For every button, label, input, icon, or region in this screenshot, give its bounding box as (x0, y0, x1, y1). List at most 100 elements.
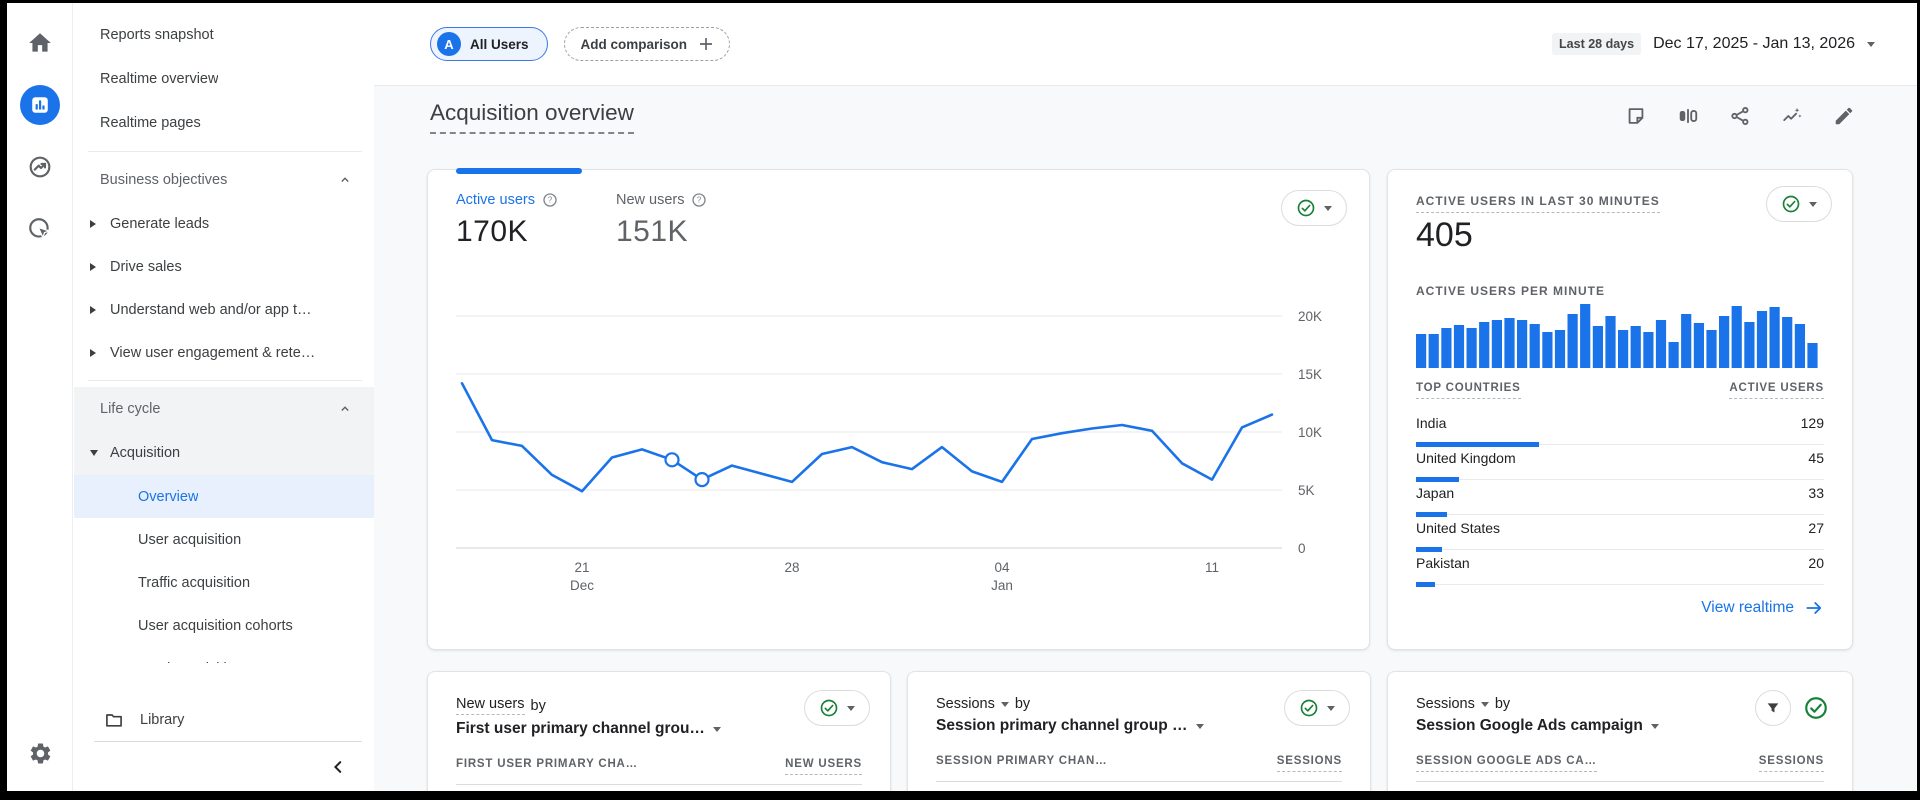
date-range-text: Dec 17, 2025 - Jan 13, 2026 (1653, 35, 1855, 52)
metric-column-header[interactable]: SESSIONS (1758, 755, 1824, 772)
svg-text:11: 11 (1205, 560, 1219, 575)
realtime-title[interactable]: ACTIVE USERS IN LAST 30 MINUTES (1416, 194, 1660, 213)
check-circle-icon (820, 699, 838, 717)
data-quality-dropdown[interactable] (1766, 186, 1832, 222)
sidebar-divider (88, 151, 362, 152)
metric-column-header[interactable]: SESSIONS (1276, 755, 1342, 772)
svg-text:04: 04 (994, 560, 1010, 575)
dimension-dropdown[interactable]: First user primary channel grou… (456, 720, 862, 738)
analytics-window: Reports snapshot Realtime overview Realt… (7, 3, 1917, 791)
sidebar-item-generate-leads[interactable]: Generate leads (74, 202, 374, 245)
sidebar-item-overview[interactable]: Overview (74, 475, 374, 518)
share-icon[interactable] (1729, 105, 1751, 127)
plus-icon (697, 35, 715, 53)
arrow-right-icon (1804, 598, 1824, 618)
explore-icon[interactable] (20, 147, 60, 187)
chevron-down-icon (1324, 205, 1332, 211)
svg-text:28: 28 (784, 560, 799, 575)
header-action-icons (1625, 105, 1855, 127)
insights-icon[interactable] (1781, 105, 1803, 127)
card-metric-line: Sessions by (936, 696, 1031, 712)
sidebar-item-user-acquisition[interactable]: User acquisition (74, 518, 374, 561)
metric-label[interactable]: Sessions (1416, 696, 1475, 712)
sidebar-scroll-area[interactable]: Reports snapshot Realtime overview Realt… (74, 3, 374, 663)
data-quality-dropdown[interactable] (1281, 190, 1347, 226)
metric-label[interactable]: Sessions (936, 696, 995, 712)
chevron-down-icon (1480, 701, 1489, 707)
active-users-header[interactable]: ACTIVE USERS (1729, 382, 1824, 399)
sidebar-section-life-cycle[interactable]: Life cycle (74, 387, 374, 431)
dimension-dropdown[interactable]: Session primary channel group … (936, 717, 1342, 735)
svg-text:0: 0 (1298, 541, 1306, 556)
filter-funnel-icon[interactable] (1755, 690, 1791, 726)
chevron-up-icon (338, 402, 352, 416)
metric-active-users[interactable]: Active users ? 170K (456, 192, 558, 249)
svg-text:15K: 15K (1298, 367, 1322, 382)
left-icon-rail (7, 3, 73, 791)
svg-text:?: ? (697, 196, 702, 205)
settings-gear-icon[interactable] (20, 733, 60, 773)
help-icon[interactable]: ? (542, 192, 558, 208)
sidebar-item-realtime-pages[interactable]: Realtime pages (74, 101, 374, 145)
check-circle-icon[interactable] (1800, 692, 1832, 724)
view-realtime-link[interactable]: View realtime (1701, 598, 1824, 618)
metric-column-header[interactable]: NEW USERS (785, 758, 862, 775)
svg-text:21: 21 (574, 560, 589, 575)
all-users-comparison-pill[interactable]: A All Users (430, 27, 548, 61)
svg-text:20K: 20K (1298, 309, 1322, 324)
reports-icon[interactable] (19, 85, 60, 125)
note-icon[interactable] (1625, 105, 1647, 127)
check-circle-icon (1300, 699, 1318, 717)
realtime-card: ACTIVE USERS IN LAST 30 MINUTES 405 ACTI… (1387, 169, 1853, 650)
help-icon[interactable]: ? (691, 192, 707, 208)
sidebar-item-reports-snapshot[interactable]: Reports snapshot (74, 13, 374, 57)
page-header: Acquisition overview (430, 100, 1855, 134)
card-action-icons (1755, 690, 1832, 726)
date-range-selector[interactable]: Last 28 days Dec 17, 2025 - Jan 13, 2026 (1552, 33, 1875, 55)
sidebar-item-lead-acquisition[interactable]: Lead acquisition (74, 647, 374, 664)
country-value-bar (1416, 582, 1435, 587)
sidebar-item-realtime-overview[interactable]: Realtime overview (74, 57, 374, 101)
metric-new-users[interactable]: New users ? 151K (616, 192, 708, 249)
dimension-column-header[interactable]: SESSION GOOGLE ADS CA… (1416, 755, 1597, 772)
triangle-right-icon (90, 305, 96, 314)
add-comparison-button[interactable]: Add comparison (563, 27, 731, 61)
sidebar-divider (88, 380, 362, 381)
check-circle-icon (1782, 195, 1800, 213)
top-countries-header[interactable]: TOP COUNTRIES (1416, 382, 1521, 399)
sidebar-item-understand-web-app[interactable]: Understand web and/or app t… (74, 288, 374, 331)
sidebar-item-acquisition[interactable]: Acquisition (74, 431, 374, 475)
data-quality-dropdown[interactable] (804, 690, 870, 726)
sidebar-item-user-acquisition-cohorts[interactable]: User acquisition cohorts (74, 604, 374, 647)
country-row: United States 27 (1416, 515, 1824, 552)
triangle-right-icon (90, 348, 96, 357)
metric-label[interactable]: New users (456, 696, 525, 715)
chevron-down-icon (847, 705, 855, 711)
sidebar-item-traffic-acquisition[interactable]: Traffic acquisition (74, 561, 374, 604)
chevron-down-icon (712, 726, 721, 732)
chevron-up-icon (338, 173, 352, 187)
sidebar-section-business-objectives[interactable]: Business objectives (74, 158, 374, 202)
collapse-sidebar-icon[interactable] (324, 753, 352, 781)
sidebar-item-view-user-engagement[interactable]: View user engagement & rete… (74, 331, 374, 374)
sessions-by-channel-card: Sessions by Session primary channel grou… (907, 671, 1371, 791)
table-column-headers: FIRST USER PRIMARY CHA… NEW USERS (456, 758, 862, 775)
check-circle-icon (1297, 199, 1315, 217)
edit-pencil-icon[interactable] (1833, 105, 1855, 127)
sidebar-item-drive-sales[interactable]: Drive sales (74, 245, 374, 288)
active-users-line-chart: 20K 15K 10K 5K 0 21 Dec 28 04 Jan 11 (456, 298, 1344, 598)
metric-headers: Active users ? 170K New users ? 151K (456, 192, 707, 249)
sidebar-item-library[interactable]: Library (74, 698, 374, 742)
ab-compare-icon[interactable] (1677, 105, 1699, 127)
sidebar-divider (94, 741, 362, 742)
country-row: India 129 (1416, 410, 1824, 447)
new-users-by-channel-card: New users by First user primary channel … (427, 671, 891, 791)
folder-icon (104, 710, 124, 730)
dimension-column-header: SESSION PRIMARY CHAN… (936, 755, 1108, 767)
country-row: United Kingdom 45 (1416, 445, 1824, 482)
advertising-icon[interactable] (20, 209, 60, 249)
data-quality-dropdown[interactable] (1284, 690, 1350, 726)
sessions-by-google-ads-card: Sessions by Session Google Ads campaign … (1387, 671, 1853, 791)
home-icon[interactable] (20, 23, 60, 63)
triangle-right-icon (90, 219, 96, 228)
